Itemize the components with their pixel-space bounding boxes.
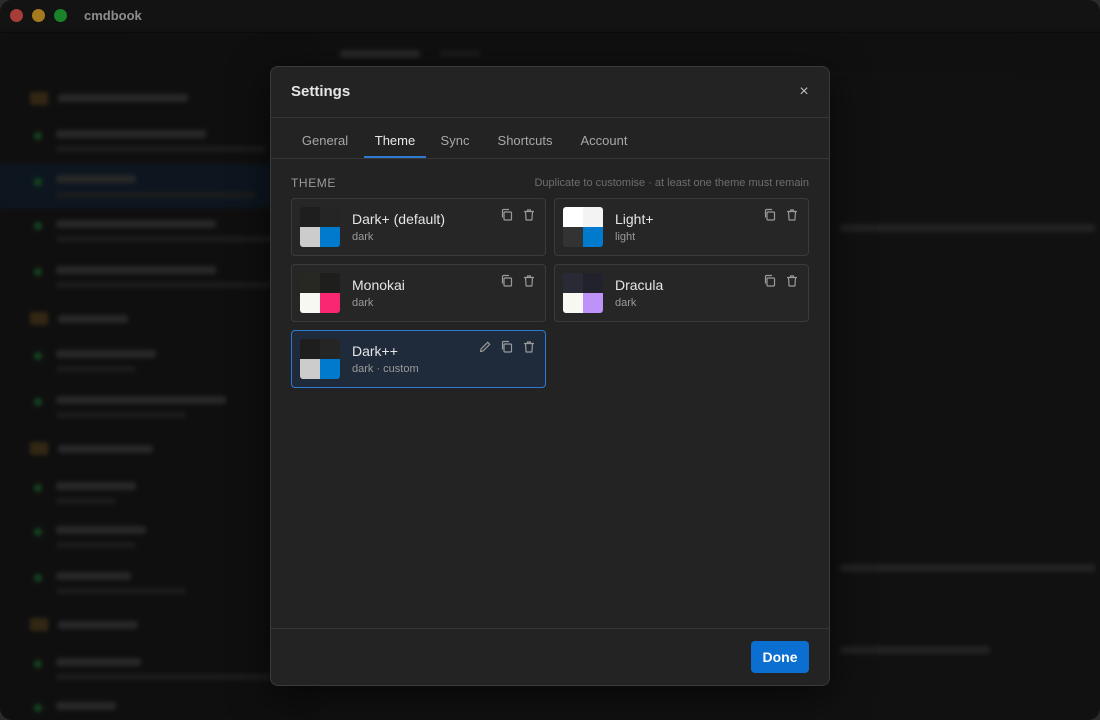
copy-icon[interactable] — [499, 207, 515, 223]
theme-swatch — [300, 339, 340, 379]
settings-tabs: General Theme Sync Shortcuts Account — [271, 117, 829, 159]
theme-card-dark-plus[interactable]: Dark+ (default) dark — [291, 198, 546, 256]
theme-card-light-plus[interactable]: Light+ light — [554, 198, 809, 256]
trash-icon[interactable] — [521, 207, 537, 223]
theme-name: Dracula — [615, 277, 664, 293]
theme-name: Light+ — [615, 211, 654, 227]
copy-icon[interactable] — [499, 339, 515, 355]
theme-name: Dark+ (default) — [352, 211, 445, 227]
done-button[interactable]: Done — [751, 641, 809, 673]
theme-swatch — [563, 207, 603, 247]
tab-shortcuts[interactable]: Shortcuts — [487, 117, 563, 157]
section-hint: Duplicate to customise · at least one th… — [534, 177, 809, 189]
modal-footer: Done — [271, 628, 829, 685]
theme-card-dark-plus-plus[interactable]: Dark++ dark · custom — [291, 330, 546, 388]
trash-icon[interactable] — [521, 339, 537, 355]
pencil-icon[interactable] — [477, 339, 493, 355]
tab-theme[interactable]: Theme — [364, 117, 426, 158]
theme-swatch — [563, 273, 603, 313]
section-label: THEME — [291, 176, 336, 190]
app-window: cmdbook Settings × General Theme Sync Sh… — [0, 0, 1100, 720]
theme-swatch — [300, 207, 340, 247]
copy-icon[interactable] — [762, 207, 778, 223]
tab-general[interactable]: General — [291, 117, 359, 157]
tab-account[interactable]: Account — [573, 117, 635, 157]
trash-icon[interactable] — [784, 273, 800, 289]
theme-kind: dark — [352, 297, 374, 309]
settings-modal: Settings × General Theme Sync Shortcuts … — [270, 66, 830, 686]
theme-kind: dark · custom — [352, 363, 419, 375]
theme-name: Dark++ — [352, 343, 398, 359]
close-icon[interactable]: × — [795, 83, 813, 101]
copy-icon[interactable] — [762, 273, 778, 289]
theme-name: Monokai — [352, 277, 405, 293]
theme-kind: dark — [615, 297, 637, 309]
theme-card-monokai[interactable]: Monokai dark — [291, 264, 546, 322]
theme-swatch — [300, 273, 340, 313]
trash-icon[interactable] — [784, 207, 800, 223]
modal-title: Settings — [291, 83, 351, 100]
theme-card-dracula[interactable]: Dracula dark — [554, 264, 809, 322]
modal-header: Settings × — [271, 67, 829, 118]
trash-icon[interactable] — [521, 273, 537, 289]
theme-kind: light — [615, 231, 636, 243]
tab-sync[interactable]: Sync — [433, 117, 477, 157]
copy-icon[interactable] — [499, 273, 515, 289]
theme-kind: dark — [352, 231, 374, 243]
